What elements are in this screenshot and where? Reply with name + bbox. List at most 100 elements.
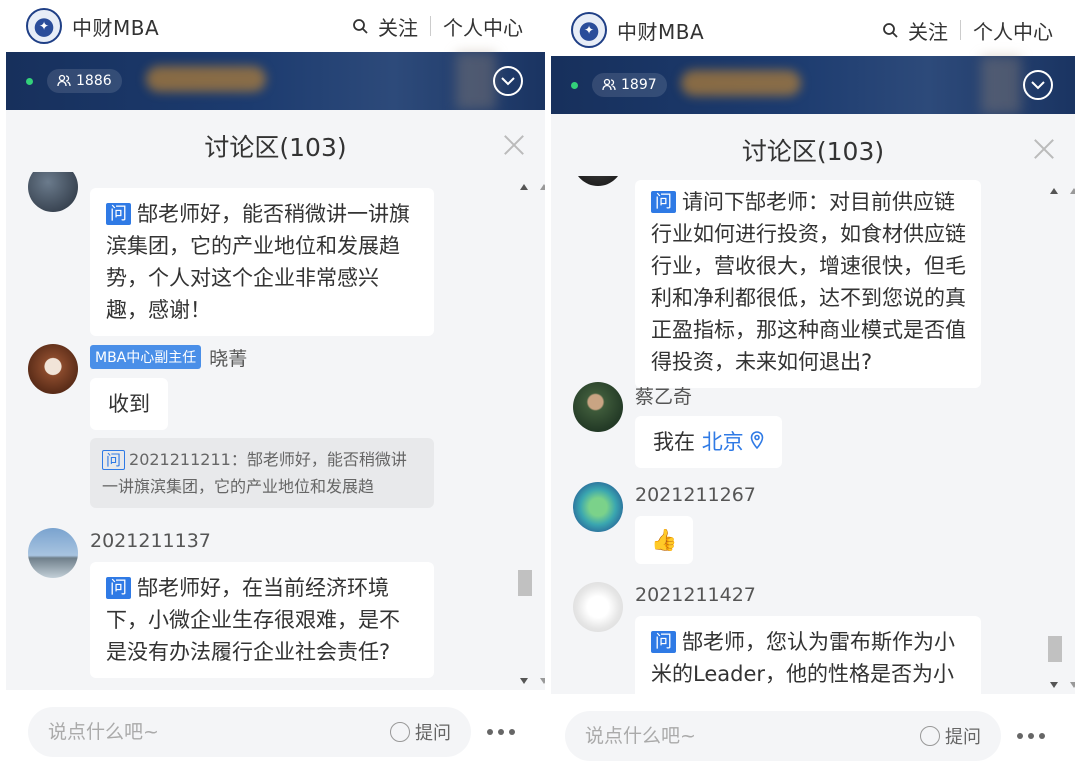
school-logo-icon: ✦ (26, 8, 62, 44)
viewer-count: 1897 (592, 73, 667, 97)
discussion-title: 讨论区(103) (741, 137, 885, 166)
composer: 提问 (6, 690, 545, 774)
viewer-number: 1897 (621, 77, 657, 93)
scrollbar[interactable] (515, 184, 545, 684)
follow-link[interactable]: 关注 (378, 12, 418, 41)
scroll-down-icon (540, 678, 545, 684)
top-bar: ✦ 中财MBA 关注 个人中心 (6, 0, 545, 52)
ask-toggle[interactable]: 提问 (390, 719, 451, 745)
scroll-thumb[interactable] (1048, 636, 1062, 662)
discussion-title: 讨论区(103) (204, 133, 347, 162)
discussion-panel: 讨论区(103) 2021211211 问郜老师好，能否稍微讲一讲旗滨集团，它的… (6, 110, 545, 774)
profile-link[interactable]: 个人中心 (973, 16, 1053, 45)
right-panel: ✦ 中财MBA 关注 个人中心 1897 讨论区(103) 问 请问下郜老师：对… (551, 4, 1075, 774)
message-text: 收到 (108, 392, 150, 416)
people-icon (602, 78, 616, 91)
chevron-down-icon[interactable] (1023, 70, 1053, 100)
search-icon[interactable] (882, 22, 898, 38)
user-name: 2021211267 (635, 484, 756, 506)
question-tag: 问 (651, 191, 676, 213)
avatar (28, 172, 78, 212)
follow-link[interactable]: 关注 (908, 16, 948, 45)
avatar (573, 482, 623, 532)
quoted-question: 问 2021211211：郜老师好，能否稍微讲一讲旗滨集团，它的产业地位和发展趋 (90, 438, 434, 508)
message-text: 郜老师好，在当前经济环境下，小微企业生存很艰难，是不是没有办法履行企业社会责任? (106, 576, 400, 664)
message-text: 郜老师，您认为雷布斯作为小米的Leader，他的性格是否为小米 (651, 630, 955, 696)
avatar (573, 382, 623, 432)
blurred-title (681, 70, 801, 96)
viewer-count: 1886 (47, 69, 122, 93)
question-tag: 问 (102, 450, 126, 470)
blurred-title (146, 66, 266, 92)
location-name: 北京 (701, 430, 744, 454)
ask-toggle[interactable]: 提问 (920, 723, 981, 749)
avatar (28, 344, 78, 394)
question-tag: 问 (106, 203, 131, 225)
comment-input[interactable] (48, 721, 390, 743)
close-icon[interactable] (1033, 138, 1055, 160)
location-link[interactable]: 北京 (702, 430, 765, 454)
comment-input[interactable] (585, 725, 920, 747)
message-bubble: 问郜老师好，在当前经济环境下，小微企业生存很艰难，是不是没有办法履行企业社会责任… (90, 562, 434, 678)
scroll-up-icon[interactable] (520, 184, 528, 190)
scroll-thumb[interactable] (518, 570, 532, 596)
more-icon[interactable] (471, 729, 531, 735)
brand-name: 中财MBA (72, 15, 160, 40)
scroll-up-icon[interactable] (1050, 188, 1058, 194)
avatar (573, 582, 623, 632)
comment-box: 提问 (28, 707, 471, 757)
scroll-down-icon[interactable] (1050, 682, 1058, 688)
question-tag: 问 (651, 631, 676, 653)
message-list[interactable]: 2021211211 问郜老师好，能否稍微讲一讲旗滨集团，它的产业地位和发展趋势… (6, 172, 515, 692)
radio-icon (920, 726, 940, 746)
comment-box: 提问 (565, 711, 1001, 761)
avatar (28, 528, 78, 578)
user-name: 2021211137 (90, 530, 211, 552)
screenshot-canvas: ✦ 中财MBA 关注 个人中心 1886 讨论区(103) 问 郜老师好，能否稍… (0, 0, 1080, 774)
message-bubble: 👍 (635, 516, 694, 564)
user-name: 晓菁 (209, 347, 248, 370)
blurred-speaker (981, 56, 1021, 114)
role-badge: MBA中心副主任 (90, 345, 202, 369)
scroll-down-icon (1070, 682, 1075, 688)
quote-text: 2021211211：郜老师好，能否稍微讲一讲旗滨集团，它的产业地位和发展趋 (102, 450, 407, 496)
more-icon[interactable] (1001, 733, 1061, 739)
user-name: 蔡乙奇 (635, 385, 693, 408)
close-icon[interactable] (503, 134, 525, 156)
school-logo-icon: ✦ (571, 12, 607, 48)
avatar (573, 176, 623, 186)
message-list[interactable]: 问请问下郜老师：对目前供应链行业如何进行投资，如食材供应链行业，营收很大，增速很… (551, 176, 1045, 696)
thumbs-up-icon: 👍 (651, 528, 678, 552)
brand-name: 中财MBA (617, 19, 705, 44)
ask-label: 提问 (945, 727, 981, 748)
message-text: 请问下郜老师：对目前供应链行业如何进行投资，如食材供应链行业，营收很大，增速很快… (651, 190, 966, 374)
top-bar: ✦ 中财MBA 关注 个人中心 (551, 4, 1075, 56)
discussion-panel: 讨论区(103) 问请问下郜老师：对目前供应链行业如何进行投资，如食材供应链行业… (551, 114, 1075, 774)
message-bubble: 收到 (90, 378, 168, 430)
profile-link[interactable]: 个人中心 (443, 12, 523, 41)
divider (430, 16, 431, 36)
message-bubble: 问郜老师，您认为雷布斯作为小米的Leader，他的性格是否为小米 (635, 616, 981, 696)
left-panel: ✦ 中财MBA 关注 个人中心 1886 讨论区(103) 问 郜老师好，能否稍… (6, 0, 545, 774)
live-dot (26, 77, 33, 85)
scroll-down-icon[interactable] (520, 678, 528, 684)
live-dot (571, 81, 578, 89)
scroll-up-icon (1070, 188, 1075, 194)
message-bubble: 问请问下郜老师：对目前供应链行业如何进行投资，如食材供应链行业，营收很大，增速很… (635, 180, 981, 388)
radio-icon (390, 722, 410, 742)
message-bubble: 问郜老师好，能否稍微讲一讲旗滨集团，它的产业地位和发展趋势，个人对这个企业非常感… (90, 188, 434, 336)
live-banner: 1886 (6, 52, 545, 110)
scrollbar[interactable] (1045, 188, 1075, 688)
search-icon[interactable] (352, 18, 368, 34)
live-banner: 1897 (551, 56, 1075, 114)
divider (960, 20, 961, 40)
scroll-up-icon (540, 184, 545, 190)
viewer-number: 1886 (76, 73, 112, 89)
people-icon (57, 74, 71, 87)
chevron-down-icon[interactable] (493, 66, 523, 96)
composer: 提问 (551, 694, 1075, 774)
blurred-speaker (456, 52, 496, 110)
question-tag: 问 (106, 577, 131, 599)
message-bubble: 我在 北京 (635, 416, 783, 468)
ask-label: 提问 (415, 723, 451, 744)
